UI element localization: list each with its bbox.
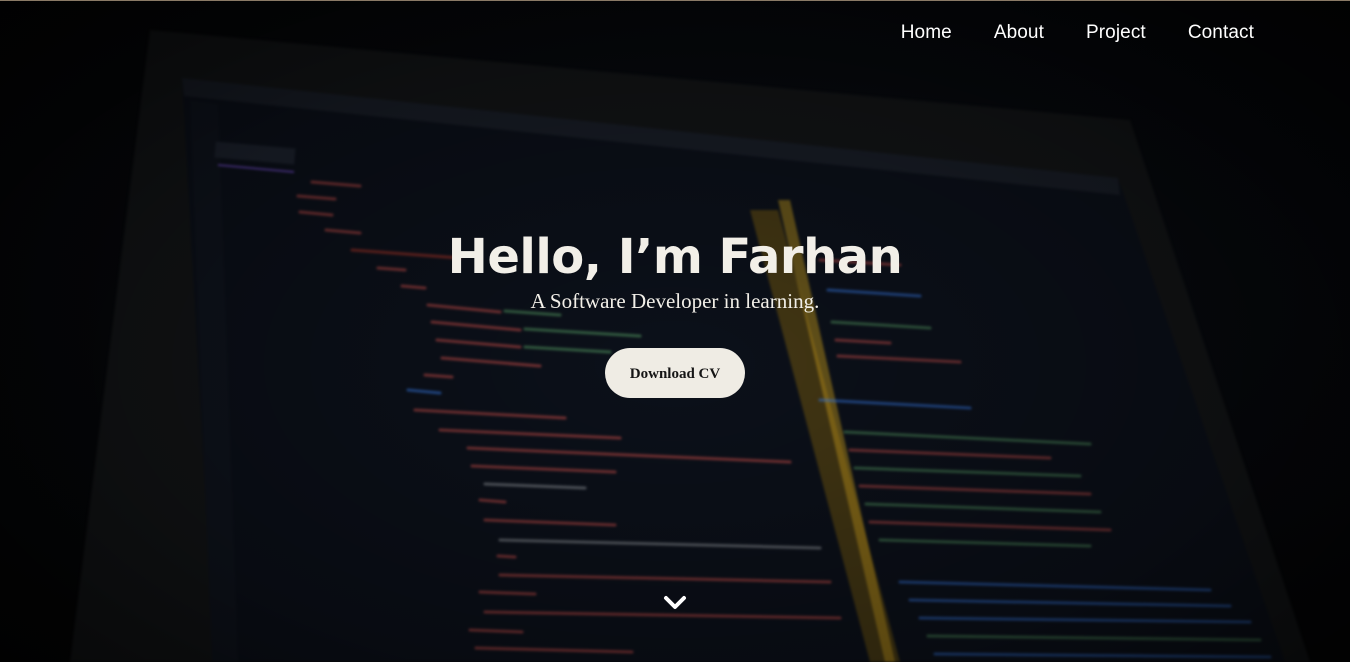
chevron-down-icon[interactable]: [662, 592, 688, 614]
hero-content: Hello, I’m Farhan A Software Developer i…: [0, 226, 1350, 398]
hero-section: Home About Project Contact Hello, I’m Fa…: [0, 0, 1350, 662]
nav-link-about[interactable]: About: [994, 20, 1044, 46]
nav-link-project[interactable]: Project: [1086, 20, 1146, 46]
top-border: [0, 0, 1350, 1]
hero-subtitle: A Software Developer in learning.: [530, 289, 820, 313]
download-cv-button[interactable]: Download CV: [605, 348, 745, 398]
nav-link-home[interactable]: Home: [901, 20, 952, 46]
hero-title: Hello, I’m Farhan: [447, 229, 903, 285]
nav-link-contact[interactable]: Contact: [1188, 20, 1254, 46]
main-nav: Home About Project Contact: [901, 20, 1254, 46]
